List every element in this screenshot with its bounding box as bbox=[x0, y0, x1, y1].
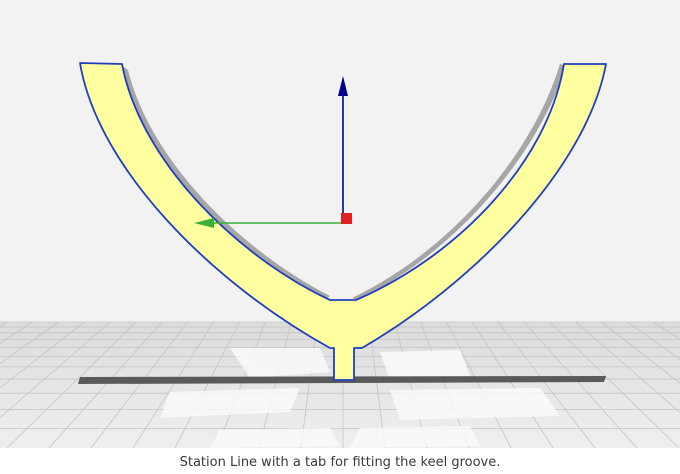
image-caption: Station Line with a tab for fitting the … bbox=[179, 455, 501, 470]
square-handle-icon[interactable] bbox=[341, 213, 352, 224]
3d-viewport[interactable] bbox=[0, 0, 680, 448]
